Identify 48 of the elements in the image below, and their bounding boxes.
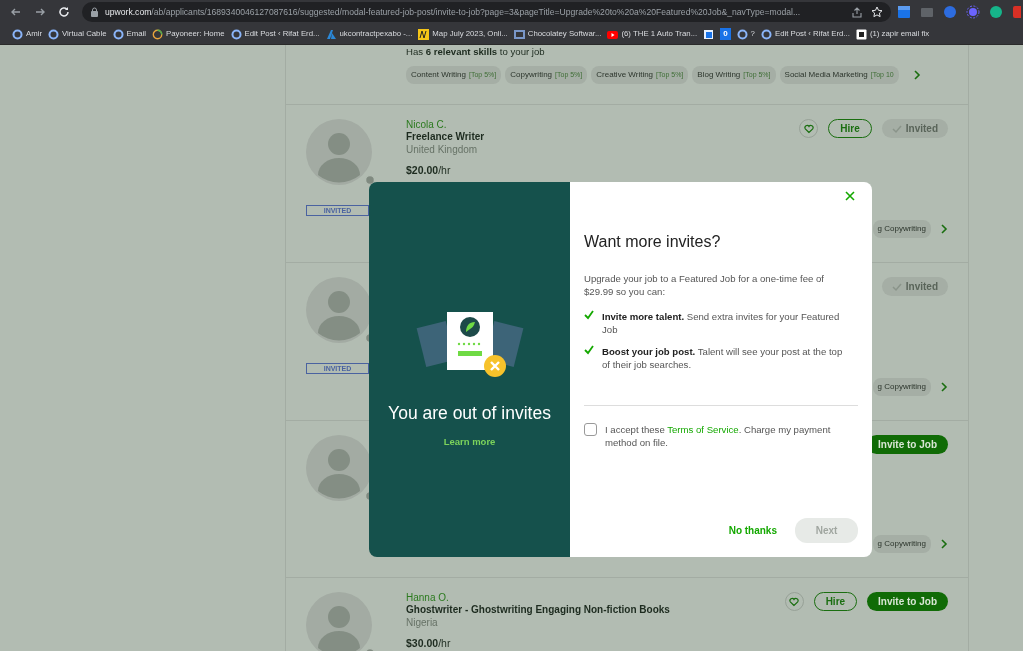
extension-icon[interactable] — [1012, 5, 1021, 19]
check-icon — [891, 123, 902, 134]
video-icon — [607, 28, 619, 40]
hourly-rate: $20.00/hr — [406, 163, 452, 178]
freelancer-title: Ghostwriter - Ghostwriting Engaging Non-fiction Books — [406, 604, 671, 616]
extension-icon[interactable] — [989, 5, 1003, 19]
check-icon — [584, 345, 594, 355]
reload-icon[interactable] — [57, 5, 71, 19]
bookmark[interactable]: 0 — [720, 28, 731, 40]
chevron-right-icon[interactable] — [912, 70, 921, 81]
address-bar[interactable]: upwork.com/ab/applicants/1689340046127087616/suggested/modal-featured-job-post/invite-to-job?page=3&pageTitle=Upgrade%20to%20a%20Featured%20Job&_navType=modal... — [82, 2, 891, 22]
close-icon — [844, 190, 856, 202]
page-icon[interactable] — [703, 28, 715, 40]
skill-tag: g Copywriting — [872, 378, 931, 396]
chevron-right-icon[interactable] — [940, 382, 948, 392]
benefit-text: Invite more talent. Send extra invites for your Featured Job — [602, 310, 841, 336]
skills-summary: Has 6 relevant skills to your job — [406, 45, 546, 59]
ring-icon — [152, 28, 164, 40]
map-icon — [418, 28, 430, 40]
chevron-right-icon[interactable] — [940, 539, 948, 549]
extension-icon[interactable] — [943, 5, 957, 19]
side-title: You are out of invites — [388, 402, 551, 425]
skill-tag: g Copywriting — [872, 535, 931, 553]
heart-icon — [803, 123, 814, 134]
heart-icon — [789, 596, 800, 607]
lock-icon — [90, 7, 99, 17]
terms-text: I accept these Terms of Service. Charge my payment method on file. — [605, 423, 832, 449]
freelancer-title: Freelance Writer — [406, 131, 486, 143]
skill-tag: g Copywriting — [872, 220, 931, 238]
intro-text: Upgrade your job to a Featured Job for a one-time fee of $29.99 so you can: — [584, 272, 825, 298]
modal-title: Want more invites? — [584, 232, 722, 252]
url-text: upwork.com/ab/applicants/1689340046127087616/suggested/modal-featured-job-post/invite-to-job?page=3&pageTitle=Upgrade%20to%20a%20Featured%20Job&_navType=modal... — [105, 5, 802, 19]
triangle-icon — [325, 28, 337, 40]
gear-icon[interactable] — [966, 5, 980, 19]
terms-checkbox[interactable] — [584, 423, 597, 436]
star-icon[interactable] — [871, 6, 883, 18]
learn-more-link[interactable]: Learn more — [443, 435, 496, 450]
share-icon[interactable] — [851, 6, 863, 18]
hourly-rate: $30.00/hr — [406, 636, 452, 651]
freelancer-country: Nigeria — [406, 616, 439, 630]
invite-button[interactable]: Invite to Job — [867, 592, 948, 611]
check-icon — [584, 310, 594, 320]
chevron-right-icon[interactable] — [940, 224, 948, 234]
freelancer-country: United Kingdom — [406, 143, 479, 157]
benefit-text: Boost your job post. Talent will see your post at the top of their job searches. — [602, 345, 844, 371]
folder-icon[interactable] — [920, 5, 934, 19]
check-icon — [891, 281, 902, 292]
calendar-icon[interactable] — [897, 5, 911, 19]
